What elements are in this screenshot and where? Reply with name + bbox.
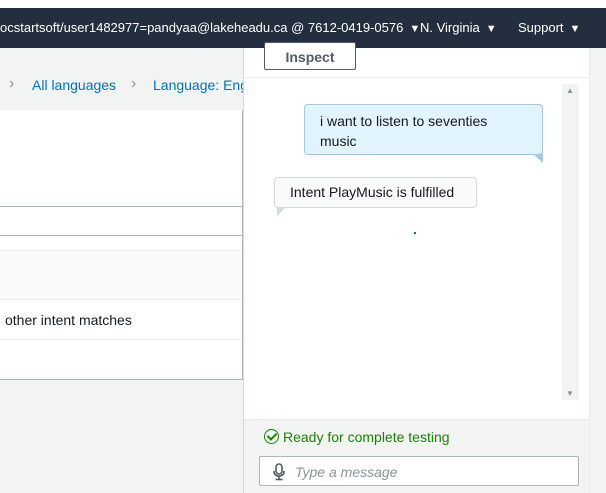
check-circle-icon: [264, 429, 279, 444]
account-label: ocstartsoft/user1482977=pandyaa@lakehead…: [0, 20, 404, 35]
console-main-area: › All languages › Language: English othe…: [0, 48, 243, 493]
content-panel: other intent matches: [0, 110, 243, 380]
microphone-icon[interactable]: [272, 463, 286, 481]
table-row[interactable]: other intent matches: [0, 300, 242, 340]
support-menu[interactable]: Support ▼: [518, 20, 580, 35]
user-message: i want to listen to seventies music: [304, 104, 543, 163]
status-text: Ready for complete testing: [283, 429, 450, 445]
bot-message: Intent PlayMusic is fulfilled: [274, 177, 477, 216]
page-scrollbar[interactable]: [589, 48, 606, 493]
region-caret-icon: ▼: [485, 23, 497, 35]
breadcrumb: › All languages › Language: English: [0, 66, 243, 106]
status-message: Ready for complete testing: [264, 427, 450, 445]
chat-scrollbar[interactable]: ▲ ▼: [562, 84, 579, 400]
scroll-up-icon[interactable]: ▲: [566, 86, 574, 95]
typing-indicator: [414, 232, 416, 234]
message-input-box[interactable]: [259, 456, 579, 486]
table-header: [0, 250, 242, 300]
search-field[interactable]: [0, 206, 242, 236]
breadcrumb-language[interactable]: Language: English: [153, 77, 243, 93]
chat-footer: Ready for complete testing: [244, 419, 589, 493]
table-cell: other intent matches: [5, 312, 132, 328]
test-bot-panel: Inspect i want to listen to seventies mu…: [243, 42, 589, 493]
breadcrumb-separator-icon: ›: [131, 75, 137, 92]
breadcrumb-separator-icon: ›: [9, 75, 15, 92]
support-caret-icon: ▼: [569, 23, 581, 35]
account-caret-icon: ▼: [409, 23, 421, 35]
message-input[interactable]: [295, 461, 565, 482]
inspect-button[interactable]: Inspect: [264, 42, 356, 70]
account-menu[interactable]: ocstartsoft/user1482977=pandyaa@lakehead…: [0, 20, 420, 35]
support-label: Support: [518, 20, 564, 35]
chat-transcript: i want to listen to seventies music Inte…: [244, 78, 589, 418]
scroll-down-icon[interactable]: ▼: [566, 389, 574, 398]
region-label: N. Virginia: [420, 20, 480, 35]
inspect-bar: Inspect: [244, 42, 589, 78]
breadcrumb-all-languages[interactable]: All languages: [32, 77, 116, 93]
region-menu[interactable]: N. Virginia ▼: [420, 20, 497, 35]
